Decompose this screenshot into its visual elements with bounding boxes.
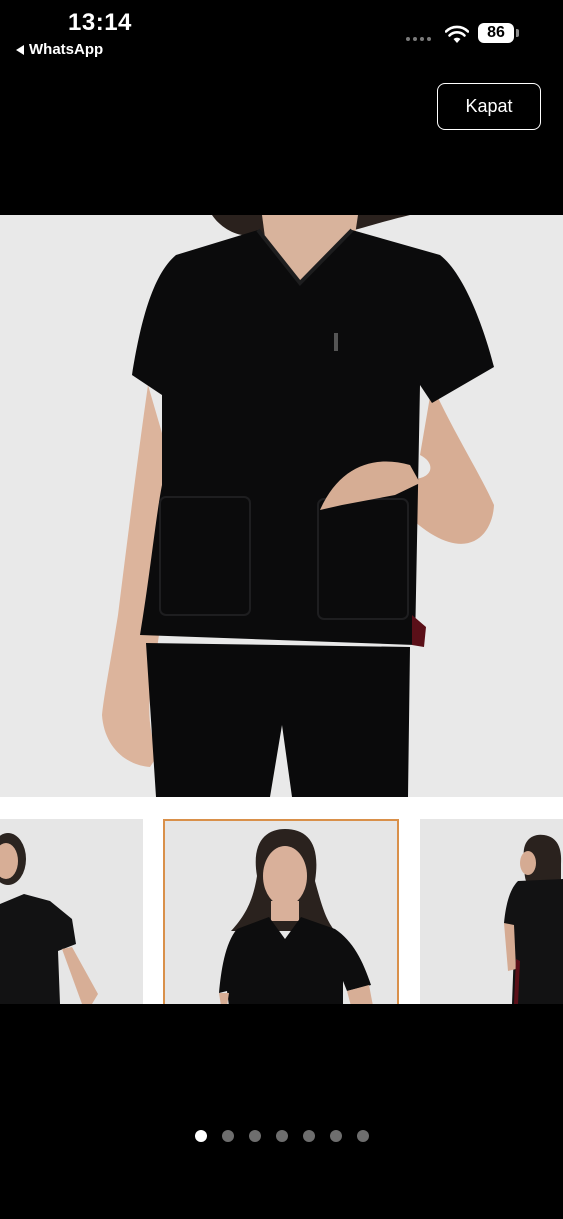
- back-app-label: WhatsApp: [29, 41, 104, 58]
- battery-cap: [516, 29, 519, 37]
- status-bar: 13:14 WhatsApp 86: [0, 0, 563, 70]
- back-arrow-icon: [16, 44, 24, 55]
- back-to-whatsapp-link[interactable]: WhatsApp: [16, 41, 103, 58]
- scrub-front-photo-icon: [165, 821, 397, 1004]
- thumbnail-strip: [0, 797, 563, 1004]
- close-button[interactable]: Kapat: [437, 83, 541, 130]
- main-product-image[interactable]: [0, 215, 563, 797]
- scrub-back-photo-icon: [420, 819, 563, 1004]
- page-dot-7[interactable]: [357, 1130, 369, 1142]
- page-dot-3[interactable]: [249, 1130, 261, 1142]
- signal-icon: [406, 37, 431, 41]
- thumbnail-1[interactable]: [0, 819, 143, 1004]
- woman-scrub-top-photo-icon: [0, 215, 563, 797]
- page-dot-4[interactable]: [276, 1130, 288, 1142]
- wifi-icon: [445, 25, 469, 43]
- battery-icon: 86: [478, 23, 514, 43]
- scrub-front-left-photo-icon: [0, 819, 143, 1004]
- page-dot-1-active[interactable]: [195, 1130, 207, 1142]
- thumbnail-2-selected[interactable]: [163, 819, 399, 1004]
- thumbnail-3[interactable]: [420, 819, 563, 1004]
- page-dot-2[interactable]: [222, 1130, 234, 1142]
- page-dot-6[interactable]: [330, 1130, 342, 1142]
- page-indicator: [195, 1130, 369, 1142]
- page-dot-5[interactable]: [303, 1130, 315, 1142]
- status-time: 13:14: [68, 9, 132, 36]
